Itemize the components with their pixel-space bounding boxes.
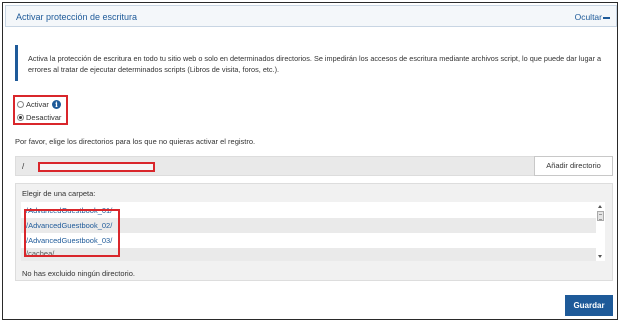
excluded-status-text: No has excluido ningún directorio. bbox=[22, 269, 135, 278]
protection-radio-group: Activar i Desactivar bbox=[13, 95, 68, 125]
radio-option-desactivar[interactable]: Desactivar bbox=[17, 112, 61, 123]
radio-desactivar[interactable] bbox=[17, 114, 24, 121]
panel-title: Activar protección de escritura bbox=[16, 12, 138, 22]
folder-item[interactable]: /AdvancedGuestbook_01/ bbox=[21, 203, 596, 218]
directory-path-input[interactable] bbox=[38, 162, 155, 172]
info-icon[interactable]: i bbox=[51, 100, 61, 109]
hide-toggle[interactable]: Ocultar bbox=[575, 12, 610, 22]
folder-list: /AdvancedGuestbook_01/ /AdvancedGuestboo… bbox=[21, 202, 605, 261]
directory-path-bar: / Añadir directorio bbox=[15, 156, 613, 176]
scroll-thumb[interactable] bbox=[597, 211, 604, 221]
panel-header: Activar protección de escritura Ocultar bbox=[5, 5, 617, 27]
folder-item[interactable]: /cachea/ bbox=[21, 248, 596, 261]
minus-icon bbox=[603, 16, 610, 19]
folder-item[interactable]: /AdvancedGuestbook_03/ bbox=[21, 233, 596, 248]
directories-prompt: Por favor, elige los directorios para lo… bbox=[15, 137, 256, 146]
scroll-down-arrow-icon[interactable] bbox=[598, 255, 602, 258]
folder-item[interactable]: /AdvancedGuestbook_02/ bbox=[21, 218, 596, 233]
folder-link[interactable]: /AdvancedGuestbook_03/ bbox=[26, 236, 112, 245]
radio-label-activar: Activar bbox=[26, 100, 49, 109]
folder-chooser: Elegir de una carpeta: /AdvancedGuestboo… bbox=[15, 183, 613, 281]
info-text: Activa la protección de escritura en tod… bbox=[28, 54, 602, 74]
radio-option-activar[interactable]: Activar i bbox=[17, 99, 61, 110]
folder-list-scrollbar[interactable] bbox=[596, 202, 605, 261]
write-protection-panel: Activar protección de escritura Ocultar … bbox=[2, 2, 618, 320]
info-box: Activa la protección de escritura en tod… bbox=[15, 45, 611, 81]
radio-activar[interactable] bbox=[17, 101, 24, 108]
radio-label-desactivar: Desactivar bbox=[26, 113, 62, 122]
path-prefix: / bbox=[22, 162, 25, 171]
save-button[interactable]: Guardar bbox=[565, 295, 613, 316]
folder-link[interactable]: /AdvancedGuestbook_02/ bbox=[26, 221, 112, 230]
hide-toggle-label: Ocultar bbox=[574, 12, 602, 22]
scroll-up-arrow-icon[interactable] bbox=[598, 205, 602, 208]
folder-chooser-heading: Elegir de una carpeta: bbox=[22, 189, 96, 198]
folder-link[interactable]: /AdvancedGuestbook_01/ bbox=[26, 206, 112, 215]
folder-link[interactable]: /cachea/ bbox=[26, 249, 54, 258]
add-directory-button[interactable]: Añadir directorio bbox=[534, 156, 613, 176]
